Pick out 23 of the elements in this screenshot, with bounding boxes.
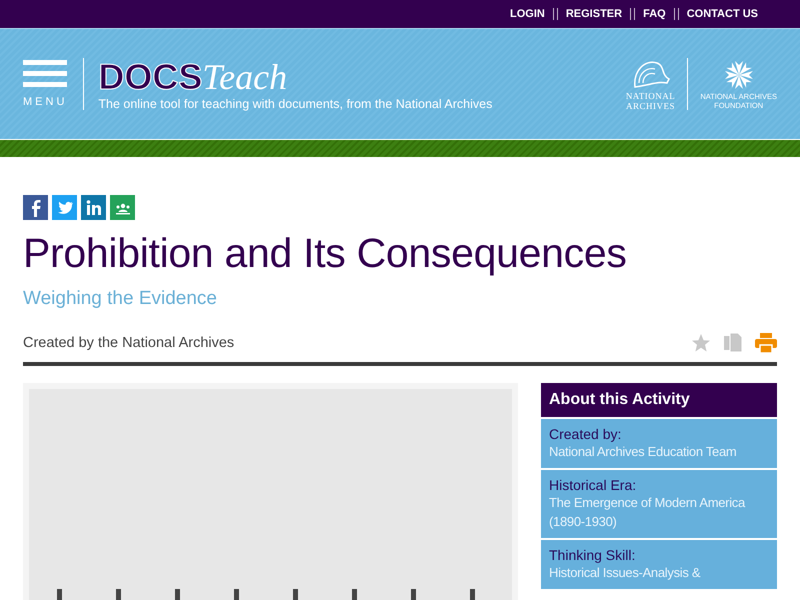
classroom-icon[interactable] xyxy=(110,195,135,220)
tagline: The online tool for teaching with documents, from the National Archives xyxy=(98,97,492,111)
facebook-icon[interactable] xyxy=(23,195,48,220)
nav-link[interactable]: FAQ xyxy=(643,8,666,20)
page-title: Prohibition and Its Consequences xyxy=(23,229,628,278)
star-icon[interactable] xyxy=(691,333,711,353)
about-label: Historical Era: xyxy=(549,477,638,493)
about-value: The Emergence of Modern America (1890-1930) xyxy=(549,494,746,531)
print-icon[interactable] xyxy=(755,333,777,353)
logo[interactable]: DOCSTeach xyxy=(98,57,492,97)
about-heading: About this Activity xyxy=(541,383,777,417)
about-label: Created by: xyxy=(549,426,622,442)
about-label: Thinking Skill: xyxy=(549,547,636,563)
about-value: Historical Issues-Analysis & xyxy=(549,564,702,582)
about-value: National Archives Education Team xyxy=(549,443,738,461)
credit-text: Created by the National Archives xyxy=(23,335,234,351)
nav-link[interactable]: CONTACT US xyxy=(686,8,758,20)
nav-link[interactable]: REGISTER xyxy=(566,8,622,20)
page-subtitle: Weighing the Evidence xyxy=(23,288,218,310)
linkedin-icon[interactable] xyxy=(81,195,106,220)
copy-icon[interactable] xyxy=(723,332,743,354)
nav-link[interactable]: LOGIN xyxy=(510,8,545,20)
twitter-icon[interactable] xyxy=(52,195,77,220)
